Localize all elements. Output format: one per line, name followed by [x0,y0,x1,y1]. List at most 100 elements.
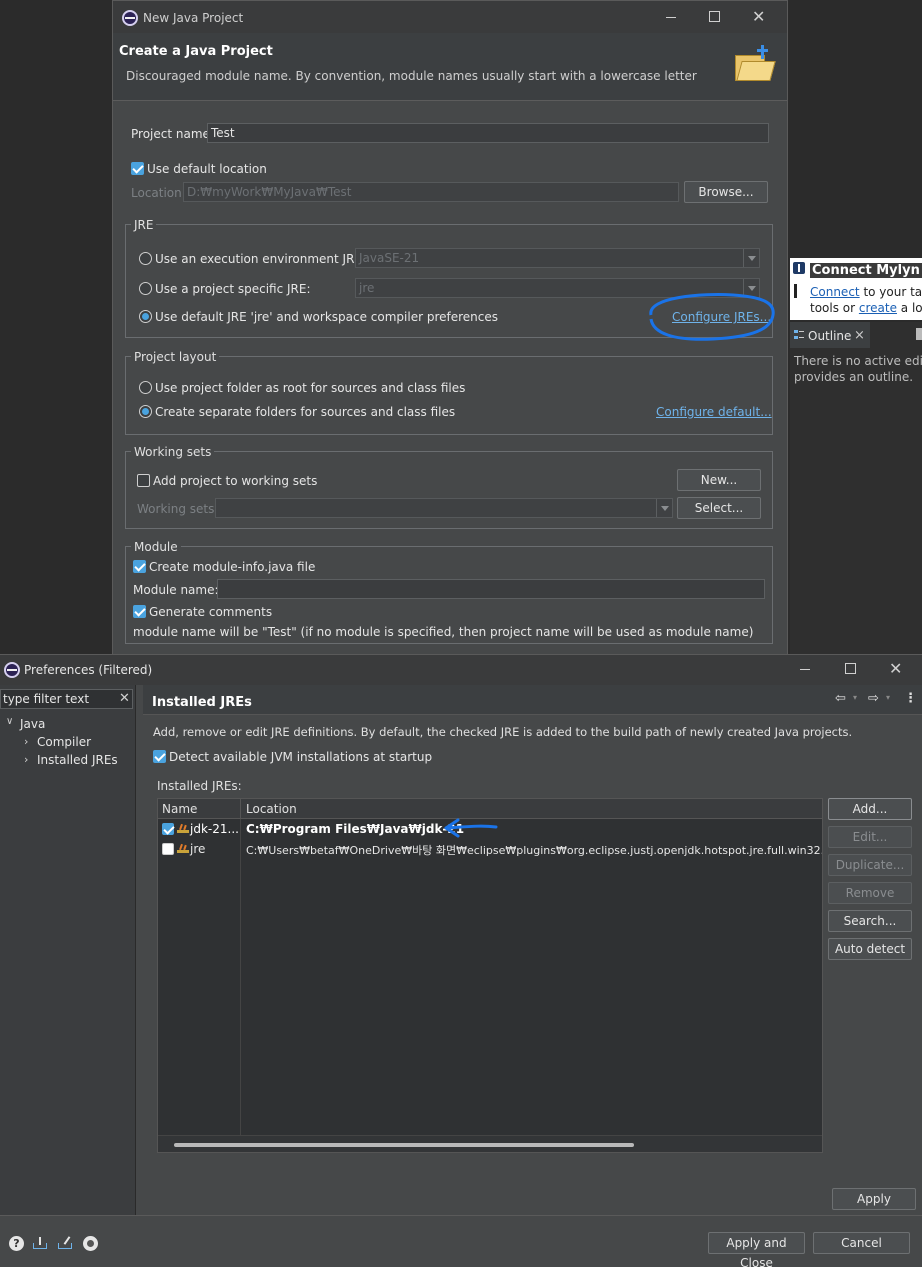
mylyn-create-link[interactable]: create [859,301,897,315]
select-working-set-button[interactable]: Select... [677,497,761,519]
jre-checkbox[interactable] [162,843,174,855]
project-name-label: Project name: [131,127,214,141]
close-icon[interactable]: × [854,328,865,343]
project-layout-group-label: Project layout [131,350,220,364]
wizard-message: Discouraged module name. By convention, … [126,69,697,83]
browse-button[interactable]: Browse... [684,181,768,203]
title-bar: New Java Project ✕ [113,1,787,33]
working-sets-label: Working sets: [137,502,219,516]
installed-jres-label: Installed JREs: [157,779,242,793]
mylyn-line2: tools or create a loca [810,301,922,315]
separate-folders-radio[interactable] [139,405,152,418]
project-specific-jre-radio[interactable] [139,282,152,295]
chevron-down-icon[interactable]: ∨ [6,716,13,727]
mylyn-line1-text: to your task [863,285,922,299]
chevron-down-icon [656,499,672,517]
preferences-dialog: Preferences (Filtered) ✕ type filter tex… [0,654,922,1267]
cancel-button[interactable]: Cancel [813,1232,910,1254]
back-arrow-icon[interactable]: ⇦ [835,691,846,706]
apply-and-close-button[interactable]: Apply and Close [708,1232,805,1267]
apply-button[interactable]: Apply [832,1188,916,1210]
working-sets-group-label: Working sets [131,445,215,459]
outline-message-line2: provides an outline. [794,370,914,384]
detect-jvm-checkbox[interactable] [153,750,166,763]
table-row[interactable]: jre C:₩Users₩betaf₩OneDrive₩바탕 화면₩eclips… [158,840,822,858]
project-folder-root-radio[interactable] [139,381,152,394]
scrollbar-thumb[interactable] [174,1143,634,1147]
mylyn-connect-link[interactable]: Connect [810,285,860,299]
search-jre-button[interactable]: Search... [828,910,912,932]
exec-env-value: JavaSE-21 [359,251,420,265]
exec-env-radio[interactable] [139,252,152,265]
use-default-location-label: Use default location [147,162,267,176]
create-module-info-checkbox[interactable] [133,560,146,573]
chevron-right-icon[interactable]: › [24,735,28,748]
filter-input[interactable]: type filter text ✕ [0,689,133,709]
outline-icon [794,330,804,340]
column-divider [240,819,241,1135]
add-to-working-sets-checkbox[interactable] [137,474,150,487]
duplicate-jre-button[interactable]: Duplicate... [828,854,912,876]
new-working-set-button[interactable]: New... [677,469,761,491]
outline-view: Outline × There is no active edito provi… [790,322,922,656]
auto-detect-button[interactable]: Auto detect [828,938,912,960]
edit-jre-button[interactable]: Edit... [828,826,912,848]
forward-arrow-icon[interactable]: ⇨ [868,691,879,706]
info-icon [793,262,805,274]
maximize-icon[interactable] [845,663,856,674]
module-name-field[interactable] [217,579,765,599]
jre-name: jre [190,842,206,856]
chevron-down-icon[interactable]: ▾ [853,693,857,702]
wizard-title: Create a Java Project [119,44,273,59]
export-icon[interactable] [57,1235,73,1251]
horizontal-scrollbar[interactable] [158,1135,822,1152]
chevron-down-icon[interactable]: ▾ [886,693,890,702]
column-header-location[interactable]: Location [246,802,297,816]
column-header-name[interactable]: Name [162,802,197,816]
minimize-icon[interactable] [666,17,676,18]
mylyn-line2-rest: a loca [900,301,922,315]
location-field: D:₩myWork₩MyJava₩Test [183,182,679,202]
preference-recorder-icon[interactable] [83,1236,98,1251]
page-header: Installed JREs ⇦ ▾ ⇨ ▾ ⋮ [143,685,922,715]
project-name-field[interactable]: Test [207,123,769,143]
mylyn-title: Connect Mylyn [810,263,922,278]
mylyn-line2-text: tools or [810,301,859,315]
clear-icon[interactable]: ✕ [119,691,130,706]
mylyn-bar [794,284,797,298]
title-bar: Preferences (Filtered) ✕ [0,655,922,685]
tree-item-installed-jres[interactable]: Installed JREs [37,753,118,767]
create-module-info-label: Create module-info.java file [149,560,316,574]
jre-checkbox[interactable] [162,823,174,835]
dialog-title: Preferences (Filtered) [24,663,153,677]
dialog-footer: ? Apply and Close Cancel [0,1215,922,1267]
chevron-right-icon[interactable]: › [24,753,28,766]
page-title: Installed JREs [152,695,252,710]
more-options-icon[interactable]: ⋮ [904,691,917,706]
close-icon[interactable]: ✕ [889,659,902,678]
default-jre-radio[interactable] [139,310,152,323]
configure-default-link[interactable]: Configure default... [656,405,772,419]
page-description: Add, remove or edit JRE definitions. By … [153,725,853,739]
preference-tree-pane: type filter text ✕ ∨ Java › Compiler › I… [0,685,136,1215]
annotation-arrow [444,818,498,838]
module-group-label: Module [131,540,181,554]
generate-comments-checkbox[interactable] [133,605,146,618]
tab-outline[interactable]: Outline × [790,322,870,348]
help-icon[interactable]: ? [9,1236,24,1251]
default-jre-label: Use default JRE 'jre' and workspace comp… [155,310,499,324]
close-icon[interactable]: ✕ [752,7,765,26]
remove-jre-button[interactable]: Remove [828,882,912,904]
maximize-icon[interactable] [709,11,720,22]
location-value: D:₩myWork₩MyJava₩Test [187,185,352,199]
view-menu-icon[interactable] [916,328,922,340]
import-icon[interactable] [32,1235,48,1251]
tree-item-java[interactable]: Java [20,717,45,731]
minimize-icon[interactable] [800,669,810,670]
add-jre-button[interactable]: Add... [828,798,912,820]
exec-env-label: Use an execution environment JRE: [155,252,367,266]
annotation-circle [649,293,775,341]
exec-env-combo: JavaSE-21 [355,248,760,268]
tree-item-compiler[interactable]: Compiler [37,735,91,749]
use-default-location-checkbox[interactable] [131,162,144,175]
